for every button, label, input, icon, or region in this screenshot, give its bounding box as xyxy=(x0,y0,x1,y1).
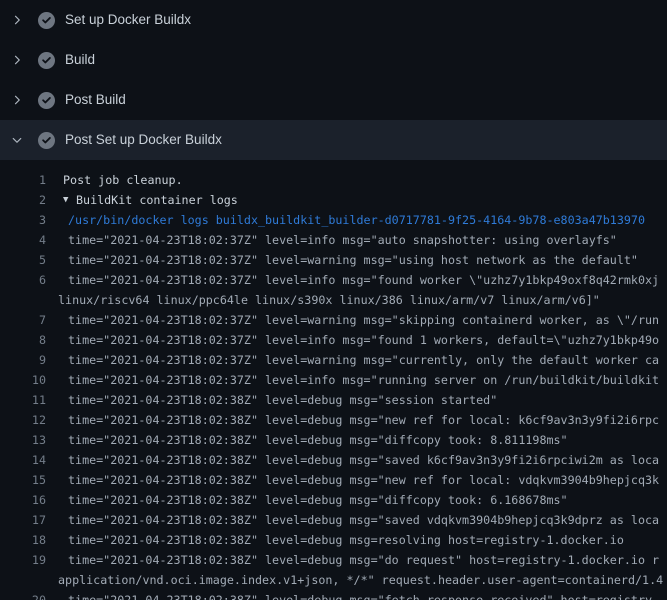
log-text: linux/riscv64 linux/ppc64le linux/s390x … xyxy=(58,290,600,310)
log-text: BuildKit container logs xyxy=(76,190,238,210)
log-line: 7 time="2021-04-23T18:02:37Z" level=warn… xyxy=(0,310,667,330)
log-line: 10 time="2021-04-23T18:02:37Z" level=inf… xyxy=(0,370,667,390)
line-number[interactable]: 10 xyxy=(0,370,46,390)
log-text: time="2021-04-23T18:02:38Z" level=debug … xyxy=(68,530,624,550)
log-line: 18 time="2021-04-23T18:02:38Z" level=deb… xyxy=(0,530,667,550)
chevron-right-icon xyxy=(10,93,24,107)
check-circle-icon xyxy=(38,12,55,29)
line-number[interactable]: 4 xyxy=(0,230,46,250)
chevron-right-icon xyxy=(10,13,24,27)
log-line: 16 time="2021-04-23T18:02:38Z" level=deb… xyxy=(0,490,667,510)
line-number[interactable]: 20 xyxy=(0,590,46,600)
line-number[interactable] xyxy=(0,570,46,590)
log-command-text: /usr/bin/docker logs buildx_buildkit_bui… xyxy=(68,210,645,230)
log-text: time="2021-04-23T18:02:37Z" level=info m… xyxy=(68,370,659,390)
log-text: application/vnd.oci.image.index.v1+json,… xyxy=(58,570,663,590)
chevron-down-icon xyxy=(10,133,24,147)
line-number[interactable]: 19 xyxy=(0,550,46,570)
line-number[interactable]: 2 xyxy=(0,190,46,210)
line-number[interactable]: 11 xyxy=(0,390,46,410)
log-line: 9 time="2021-04-23T18:02:37Z" level=warn… xyxy=(0,350,667,370)
log-line: 17 time="2021-04-23T18:02:38Z" level=deb… xyxy=(0,510,667,530)
log-text: time="2021-04-23T18:02:38Z" level=debug … xyxy=(68,510,659,530)
step-label: Set up Docker Buildx xyxy=(65,0,191,40)
line-number[interactable]: 6 xyxy=(0,270,46,290)
line-number[interactable]: 3 xyxy=(0,210,46,230)
log-line: 5 time="2021-04-23T18:02:37Z" level=warn… xyxy=(0,250,667,270)
log-line: 14 time="2021-04-23T18:02:38Z" level=deb… xyxy=(0,450,667,470)
line-number[interactable]: 1 xyxy=(0,170,46,190)
step-label: Post Set up Docker Buildx xyxy=(65,120,222,160)
line-number[interactable]: 7 xyxy=(0,310,46,330)
line-number[interactable]: 9 xyxy=(0,350,46,370)
step-row-post-set-up-docker-buildx[interactable]: Post Set up Docker Buildx xyxy=(0,120,667,160)
log-text: time="2021-04-23T18:02:38Z" level=debug … xyxy=(68,590,659,600)
line-number[interactable]: 5 xyxy=(0,250,46,270)
log-text: time="2021-04-23T18:02:38Z" level=debug … xyxy=(68,410,659,430)
log-text: time="2021-04-23T18:02:38Z" level=debug … xyxy=(68,450,659,470)
log-text: time="2021-04-23T18:02:37Z" level=info m… xyxy=(68,330,659,350)
line-number[interactable]: 17 xyxy=(0,510,46,530)
log-text: time="2021-04-23T18:02:37Z" level=warnin… xyxy=(68,250,638,270)
check-circle-icon xyxy=(38,52,55,69)
log-text: time="2021-04-23T18:02:38Z" level=debug … xyxy=(68,470,659,490)
log-line: 4 time="2021-04-23T18:02:37Z" level=info… xyxy=(0,230,667,250)
line-number[interactable]: 18 xyxy=(0,530,46,550)
log-line: 1 Post job cleanup. xyxy=(0,170,667,190)
log-area: 1 Post job cleanup. 2 ▼ BuildKit contain… xyxy=(0,160,667,600)
step-label: Build xyxy=(65,40,95,80)
line-number[interactable]: 12 xyxy=(0,410,46,430)
log-text: time="2021-04-23T18:02:38Z" level=debug … xyxy=(68,490,568,510)
log-text: time="2021-04-23T18:02:38Z" level=debug … xyxy=(68,550,659,570)
log-text: time="2021-04-23T18:02:37Z" level=info m… xyxy=(68,230,617,250)
log-line: linux/riscv64 linux/ppc64le linux/s390x … xyxy=(0,290,667,310)
log-line: application/vnd.oci.image.index.v1+json,… xyxy=(0,570,667,590)
line-number[interactable]: 15 xyxy=(0,470,46,490)
group-caret-icon[interactable]: ▼ xyxy=(63,190,76,210)
log-text: Post job cleanup. xyxy=(63,170,183,190)
log-text: time="2021-04-23T18:02:38Z" level=debug … xyxy=(68,390,497,410)
log-line: 19 time="2021-04-23T18:02:38Z" level=deb… xyxy=(0,550,667,570)
log-line: 11 time="2021-04-23T18:02:38Z" level=deb… xyxy=(0,390,667,410)
log-line: 13 time="2021-04-23T18:02:38Z" level=deb… xyxy=(0,430,667,450)
check-circle-icon xyxy=(38,92,55,109)
chevron-right-icon xyxy=(10,53,24,67)
log-line: 15 time="2021-04-23T18:02:38Z" level=deb… xyxy=(0,470,667,490)
step-row-set-up-docker-buildx[interactable]: Set up Docker Buildx xyxy=(0,0,667,40)
log-text: time="2021-04-23T18:02:37Z" level=warnin… xyxy=(68,350,659,370)
check-circle-icon xyxy=(38,132,55,149)
log-line: 2 ▼ BuildKit container logs xyxy=(0,190,667,210)
log-line: 8 time="2021-04-23T18:02:37Z" level=info… xyxy=(0,330,667,350)
line-number[interactable]: 16 xyxy=(0,490,46,510)
step-row-post-build[interactable]: Post Build xyxy=(0,80,667,120)
log-line: 6 time="2021-04-23T18:02:37Z" level=info… xyxy=(0,270,667,290)
log-line: 3 /usr/bin/docker logs buildx_buildkit_b… xyxy=(0,210,667,230)
log-line: 12 time="2021-04-23T18:02:38Z" level=deb… xyxy=(0,410,667,430)
log-text: time="2021-04-23T18:02:37Z" level=warnin… xyxy=(68,310,659,330)
line-number[interactable]: 13 xyxy=(0,430,46,450)
step-row-build[interactable]: Build xyxy=(0,40,667,80)
log-line: 20 time="2021-04-23T18:02:38Z" level=deb… xyxy=(0,590,667,600)
line-number[interactable] xyxy=(0,290,46,310)
line-number[interactable]: 14 xyxy=(0,450,46,470)
steps-list: Set up Docker Buildx Build Post Build xyxy=(0,0,667,160)
line-number[interactable]: 8 xyxy=(0,330,46,350)
log-text: time="2021-04-23T18:02:38Z" level=debug … xyxy=(68,430,568,450)
actions-log-viewer: Set up Docker Buildx Build Post Build xyxy=(0,0,667,600)
step-label: Post Build xyxy=(65,80,126,120)
log-text: time="2021-04-23T18:02:37Z" level=info m… xyxy=(68,270,659,290)
